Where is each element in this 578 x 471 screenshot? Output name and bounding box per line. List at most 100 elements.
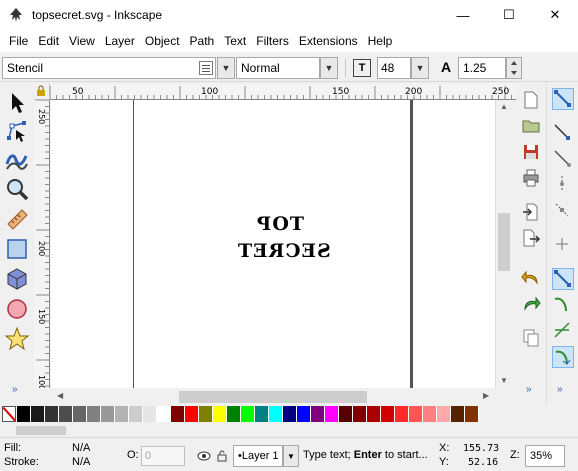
line-spacing-input[interactable]: 1.25: [458, 57, 506, 79]
font-style-dropdown-button[interactable]: ▼: [320, 57, 338, 79]
layer-dropdown-button[interactable]: ▼: [283, 445, 299, 467]
stroke-value[interactable]: N/A: [72, 456, 90, 468]
close-button[interactable]: ✕: [532, 0, 578, 30]
color-swatch[interactable]: [283, 406, 297, 422]
drawing-canvas[interactable]: TOP SECRET: [51, 100, 495, 388]
font-family-input[interactable]: Stencil: [2, 57, 216, 79]
scroll-up-icon[interactable]: ▲: [500, 102, 508, 111]
layer-visibility-icon[interactable]: [197, 450, 211, 462]
color-swatch[interactable]: [87, 406, 101, 422]
no-paint-swatch[interactable]: [2, 406, 16, 422]
snap-nodes-button[interactable]: [552, 268, 574, 290]
scroll-down-icon[interactable]: ▼: [500, 376, 508, 385]
palette-scrollbar[interactable]: [0, 423, 578, 437]
snap-center-button[interactable]: [552, 234, 574, 256]
color-swatch[interactable]: [143, 406, 157, 422]
color-swatch[interactable]: [255, 406, 269, 422]
layer-lock-icon[interactable]: [216, 449, 228, 463]
color-swatch[interactable]: [311, 406, 325, 422]
line-spacing-spinner[interactable]: [506, 57, 522, 79]
font-family-dropdown-button[interactable]: ▼: [217, 57, 235, 79]
zoom-tool-icon[interactable]: [4, 176, 30, 202]
color-swatch[interactable]: [423, 406, 437, 422]
color-swatch[interactable]: [395, 406, 409, 422]
color-swatch[interactable]: [381, 406, 395, 422]
node-tool-icon[interactable]: [4, 118, 30, 144]
copy-button[interactable]: [521, 328, 543, 350]
rectangle-tool-icon[interactable]: [4, 236, 30, 262]
open-button[interactable]: [521, 116, 543, 138]
current-layer-select[interactable]: •Layer 1: [233, 445, 283, 467]
color-swatch[interactable]: [339, 406, 353, 422]
scroll-left-icon[interactable]: ◀: [57, 391, 63, 400]
snap-smooth-nodes-button[interactable]: [552, 346, 574, 368]
canvas-text-top[interactable]: TOP: [256, 213, 304, 235]
color-swatch[interactable]: [437, 406, 451, 422]
menu-path[interactable]: Path: [185, 31, 220, 51]
tweak-tool-icon[interactable]: [4, 146, 30, 172]
color-swatch[interactable]: [213, 406, 227, 422]
measure-tool-icon[interactable]: [4, 206, 30, 232]
fill-value[interactable]: N/A: [72, 442, 90, 454]
menu-edit[interactable]: Edit: [33, 31, 64, 51]
color-swatch[interactable]: [353, 406, 367, 422]
canvas-text-secret[interactable]: SECRET: [237, 240, 331, 262]
vertical-ruler[interactable]: 250 200 150 100: [34, 100, 50, 388]
color-swatch[interactable]: [45, 406, 59, 422]
color-swatch[interactable]: [171, 406, 185, 422]
color-swatch[interactable]: [199, 406, 213, 422]
menu-extensions[interactable]: Extensions: [294, 31, 363, 51]
snap-bbox-corner-button[interactable]: [552, 174, 574, 196]
import-button[interactable]: [521, 202, 543, 224]
snap-bbox-edge-button[interactable]: [552, 148, 574, 170]
vertical-scrollbar[interactable]: ▲ ▼: [495, 100, 512, 388]
scroll-right-icon[interactable]: ▶: [483, 391, 489, 400]
snap-toggle-button[interactable]: [552, 88, 574, 110]
color-swatch[interactable]: [227, 406, 241, 422]
font-list-icon[interactable]: [199, 61, 213, 75]
color-swatch[interactable]: [129, 406, 143, 422]
undo-button[interactable]: [521, 268, 543, 290]
menu-help[interactable]: Help: [363, 31, 398, 51]
toolbox-more-icon[interactable]: »: [12, 384, 18, 395]
selector-tool-icon[interactable]: [4, 90, 30, 116]
zoom-input[interactable]: 35%: [525, 445, 565, 467]
menu-layer[interactable]: Layer: [100, 31, 140, 51]
color-swatch[interactable]: [59, 406, 73, 422]
color-swatch[interactable]: [297, 406, 311, 422]
color-swatch[interactable]: [269, 406, 283, 422]
color-swatch[interactable]: [465, 406, 479, 422]
redo-button[interactable]: [521, 294, 543, 316]
commands-more-icon[interactable]: »: [526, 384, 532, 395]
snap-midpoint-button[interactable]: [552, 200, 574, 222]
export-button[interactable]: [521, 228, 543, 250]
minimize-button[interactable]: —: [440, 0, 486, 30]
font-size-input[interactable]: 48: [377, 57, 411, 79]
star-tool-icon[interactable]: [4, 326, 30, 352]
menu-file[interactable]: File: [4, 31, 33, 51]
palette-scroll-thumb[interactable]: [16, 426, 66, 435]
menu-text[interactable]: Text: [219, 31, 251, 51]
horizontal-scrollbar[interactable]: ◀ ▶: [51, 388, 495, 405]
save-button[interactable]: [521, 142, 543, 164]
snap-path-button[interactable]: [552, 294, 574, 316]
color-swatch[interactable]: [325, 406, 339, 422]
print-button[interactable]: [521, 168, 543, 190]
maximize-button[interactable]: ☐: [486, 0, 532, 30]
font-style-input[interactable]: Normal: [236, 57, 320, 79]
color-swatch[interactable]: [367, 406, 381, 422]
color-swatch[interactable]: [157, 406, 171, 422]
snap-more-icon[interactable]: »: [557, 384, 563, 395]
color-swatch[interactable]: [31, 406, 45, 422]
color-swatch[interactable]: [73, 406, 87, 422]
color-swatch[interactable]: [451, 406, 465, 422]
menu-object[interactable]: Object: [140, 31, 185, 51]
menu-view[interactable]: View: [64, 31, 100, 51]
ellipse-tool-icon[interactable]: [4, 296, 30, 322]
new-document-button[interactable]: [521, 90, 543, 112]
3d-box-tool-icon[interactable]: [4, 266, 30, 292]
snap-bbox-button[interactable]: [552, 122, 574, 144]
horizontal-ruler[interactable]: 50 100 150 200 250: [50, 84, 516, 100]
color-swatch[interactable]: [101, 406, 115, 422]
snap-intersection-button[interactable]: [552, 320, 574, 342]
